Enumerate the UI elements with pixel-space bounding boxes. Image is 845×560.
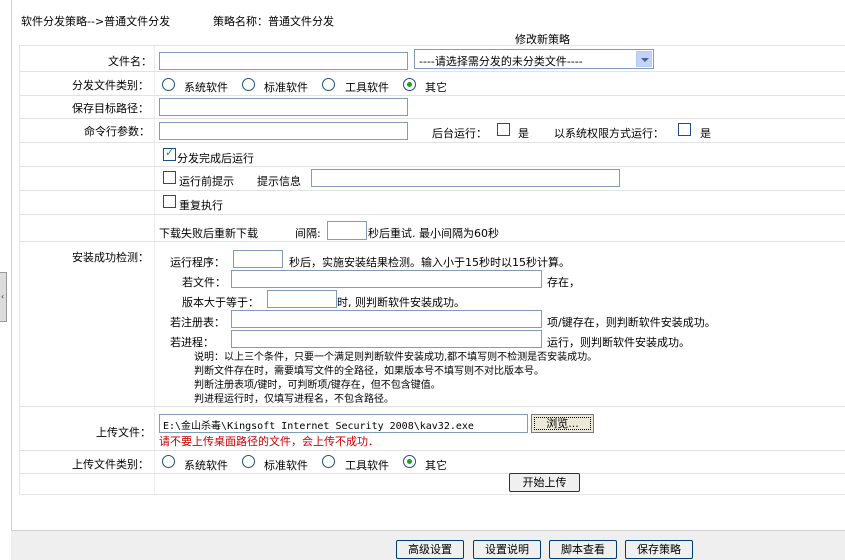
- category-option-label: 系统软件: [184, 81, 228, 94]
- save-path-label: 保存目标路径：: [72, 102, 149, 115]
- retry-interval-input[interactable]: [327, 221, 367, 240]
- upload-type-option-label: 其它: [425, 459, 447, 472]
- row-divider: [20, 406, 845, 407]
- prompt-info-input[interactable]: [311, 169, 620, 187]
- row-divider: [20, 142, 845, 143]
- category-radio-tools[interactable]: [322, 78, 335, 91]
- registry-check-input[interactable]: [231, 310, 542, 328]
- column-divider: [154, 46, 155, 494]
- upload-type-radio-other[interactable]: [403, 455, 416, 468]
- select-value: ----请选择需分发的未分类文件----: [419, 55, 583, 68]
- category-label: 分发文件类别：: [72, 79, 149, 92]
- browse-button[interactable]: 浏览...: [531, 414, 594, 433]
- row-divider: [20, 214, 845, 215]
- unclassified-file-select[interactable]: ----请选择需分发的未分类文件----: [414, 49, 654, 69]
- file-check-input[interactable]: [231, 270, 542, 288]
- script-view-button[interactable]: 脚本查看: [549, 540, 617, 559]
- chevron-left-icon: ‹: [1, 292, 5, 301]
- prompt-info-label: 提示信息: [257, 175, 301, 188]
- upload-type-label: 上传文件类别：: [72, 458, 149, 471]
- run-program-hint: 秒后，实施安装结果检测。输入小于15秒时以15秒计算。: [289, 256, 570, 269]
- run-after-label: 分发完成后运行: [177, 152, 254, 165]
- breadcrumb: 软件分发策略-->普通文件分发: [21, 15, 171, 28]
- install-check-note: 判断文件存在时，需要填写文件的全路径，如果版本号不填写则不对比版本号。: [194, 366, 544, 377]
- row-divider: [20, 118, 845, 119]
- page-border: [11, 0, 12, 530]
- row-divider: [20, 95, 845, 96]
- save-path-input[interactable]: [159, 98, 408, 116]
- upload-file-label: 上传文件：: [96, 426, 151, 439]
- sidebar-collapse-handle[interactable]: ‹: [0, 272, 7, 322]
- system-permission-value: 是: [700, 127, 711, 140]
- category-option-label: 标准软件: [264, 81, 308, 94]
- upload-type-option-label: 标准软件: [264, 459, 308, 472]
- registry-check-label: 若注册表：: [170, 316, 225, 329]
- file-name-input[interactable]: [159, 52, 408, 70]
- row-divider: [20, 473, 845, 474]
- row-divider: [20, 71, 845, 72]
- cmd-params-input[interactable]: [159, 122, 408, 140]
- run-after-checkbox[interactable]: [163, 146, 176, 161]
- file-check-label: 若文件：: [182, 276, 226, 289]
- category-radio-system[interactable]: [162, 78, 175, 91]
- row-divider: [20, 241, 845, 242]
- background-run-label: 后台运行：: [432, 127, 487, 140]
- file-check-suffix: 存在，: [547, 276, 580, 289]
- system-permission-label: 以系统权限方式运行：: [554, 127, 664, 140]
- category-radio-other[interactable]: [403, 78, 416, 91]
- version-input[interactable]: [267, 290, 337, 308]
- retry-label: 下载失败后重新下载: [159, 227, 258, 240]
- category-radio-standard[interactable]: [242, 78, 255, 91]
- upload-type-radio-tools[interactable]: [322, 455, 335, 468]
- system-permission-checkbox[interactable]: [678, 123, 691, 136]
- chevron-down-icon: [636, 51, 652, 67]
- category-option-label: 其它: [425, 81, 447, 94]
- version-suffix: 时, 则判断软件安装成功。: [337, 296, 465, 309]
- save-policy-button[interactable]: 保存策略: [625, 540, 693, 559]
- upload-type-radio-system[interactable]: [162, 455, 175, 468]
- file-name-label: 文件名：: [108, 55, 152, 68]
- retry-interval-hint: 秒后重试. 最小间隔为60秒: [368, 227, 499, 240]
- advanced-settings-button[interactable]: 高级设置: [396, 540, 464, 559]
- version-label: 版本大于等于：: [182, 296, 259, 309]
- upload-type-radio-standard[interactable]: [242, 455, 255, 468]
- upload-file-input[interactable]: E:\金山杀毒\Kingsoft Internet Security 2008\…: [159, 414, 528, 433]
- install-check-note: 说明：以上三个条件，只要一个满足则判断软件安装成功,都不填写则不检测是否安装成功…: [194, 352, 598, 363]
- cmd-params-label: 命令行参数：: [84, 125, 150, 138]
- retry-interval-label: 间隔:: [295, 227, 321, 240]
- prompt-before-run-checkbox[interactable]: [163, 171, 176, 184]
- install-check-note: 判进程运行时，仅填写进程名，不包含路径。: [194, 394, 394, 405]
- install-check-note: 判断注册表项/键时，可判断项/键存在，但不包含键值。: [194, 380, 441, 391]
- settings-help-button[interactable]: 设置说明: [473, 540, 541, 559]
- upload-type-option-label: 工具软件: [345, 459, 389, 472]
- run-program-label: 运行程序：: [170, 256, 225, 269]
- row-divider: [20, 190, 845, 191]
- registry-check-suffix: 项/键存在，则判断软件安装成功。: [547, 316, 716, 329]
- prompt-before-run-label: 运行前提示: [179, 175, 234, 188]
- background-run-value: 是: [518, 127, 529, 140]
- start-upload-button[interactable]: 开始上传: [509, 473, 580, 492]
- check-delay-input[interactable]: [233, 250, 283, 268]
- repeat-run-checkbox[interactable]: [163, 195, 176, 208]
- upload-warning: 请不要上传桌面路径的文件，会上传不成功．: [159, 435, 379, 448]
- background-run-checkbox[interactable]: [497, 123, 510, 136]
- upload-type-option-label: 系统软件: [184, 459, 228, 472]
- repeat-run-label: 重复执行: [179, 199, 223, 212]
- category-option-label: 工具软件: [345, 81, 389, 94]
- process-check-input[interactable]: [231, 330, 542, 348]
- row-divider: [20, 450, 845, 451]
- install-check-label: 安装成功检测：: [72, 251, 149, 264]
- row-divider: [20, 166, 845, 167]
- policy-name: 策略名称：普通文件分发: [213, 15, 334, 28]
